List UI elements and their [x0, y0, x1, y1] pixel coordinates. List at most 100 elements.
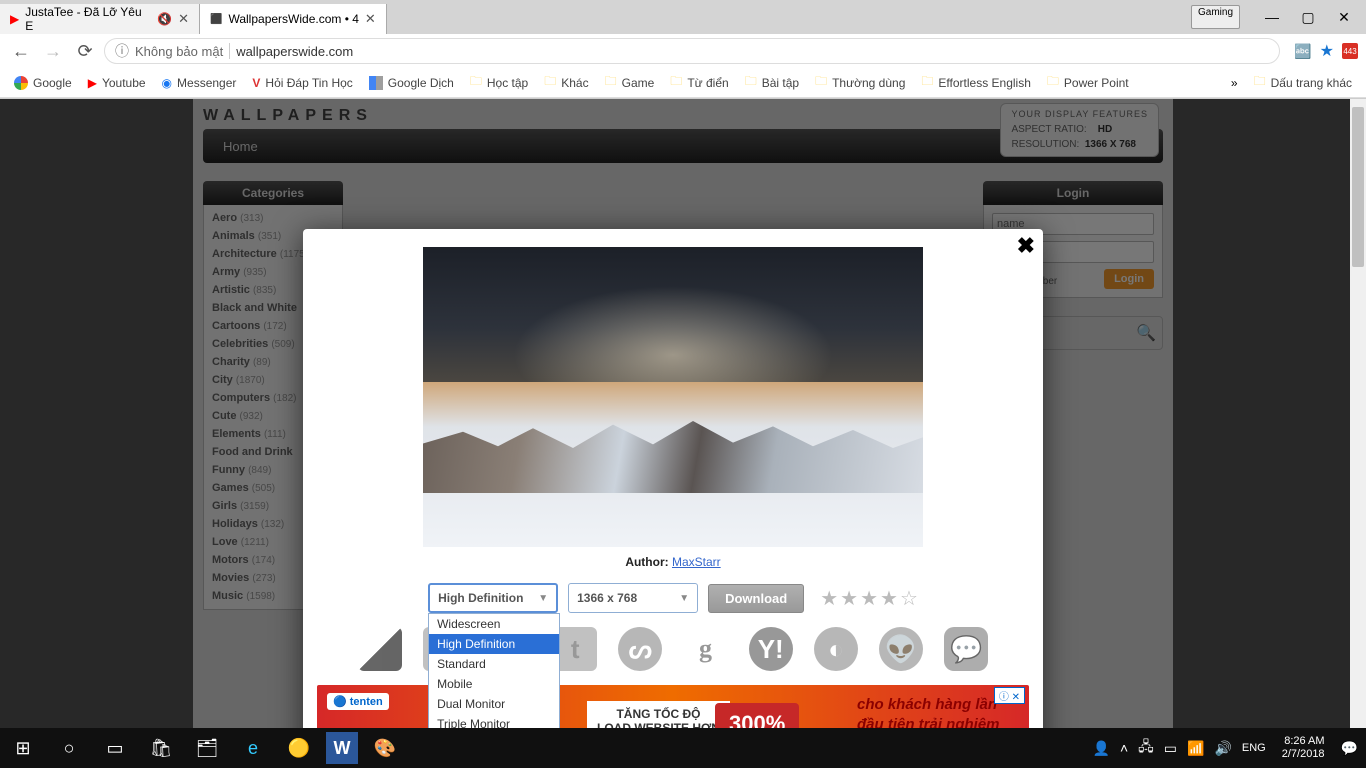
bookmark-messenger[interactable]: ◉Messenger [156, 73, 243, 93]
wallpaper-modal: ✖ Author: MaxStarr High Definition ▼ Wid… [303, 229, 1043, 768]
download-button[interactable]: Download [708, 584, 804, 613]
info-icon[interactable]: ⓘ [115, 41, 129, 61]
maximize-button[interactable]: ▢ [1294, 5, 1322, 29]
people-icon[interactable]: 👤 [1093, 740, 1110, 757]
yahoo-icon[interactable]: Y! [749, 627, 793, 671]
star-icon[interactable]: ★ [820, 586, 838, 611]
tray-chevron-icon[interactable]: ˄ [1120, 740, 1128, 756]
word-icon[interactable]: W [326, 732, 358, 764]
bookmark-thuongdung[interactable]: 🗀Thường dùng [809, 69, 911, 96]
bookmark-powerpoint[interactable]: 🗀Power Point [1041, 69, 1135, 96]
paint-icon[interactable]: 🎨 [362, 728, 408, 768]
google-icon[interactable]: g [684, 627, 728, 671]
tab-youtube[interactable]: ▶ JustaTee - Đã Lỡ Yêu E 🔇 ✕ [0, 4, 200, 34]
author-link[interactable]: MaxStarr [672, 555, 721, 569]
edge-icon[interactable]: e [230, 728, 276, 768]
folder-icon: 🗀 [745, 72, 757, 93]
star-icon[interactable]: ★ [880, 586, 898, 611]
volume-icon[interactable]: 🔊 [1214, 740, 1231, 757]
stumbleupon-icon[interactable]: ᔕ [618, 627, 662, 671]
folder-icon: 🗀 [1047, 72, 1059, 93]
dropdown-option[interactable]: Standard [429, 654, 559, 674]
rating-stars[interactable]: ★ ★ ★ ★ ☆ [820, 586, 918, 611]
close-window-button[interactable]: ✕ [1330, 5, 1358, 29]
close-icon[interactable]: ✕ [365, 11, 376, 27]
author-line: Author: MaxStarr [317, 555, 1029, 569]
star-icon[interactable]: ★ [840, 586, 858, 611]
translate-icon [369, 76, 383, 90]
chat-icon[interactable]: 💬 [944, 627, 988, 671]
battery-icon[interactable]: ▭ [1164, 740, 1177, 757]
notifications-icon[interactable]: 💬 [1341, 740, 1358, 757]
bookmark-youtube[interactable]: ▶Youtube [82, 73, 152, 93]
ad-close-icon[interactable]: ⓘ ✕ [994, 687, 1025, 704]
clock[interactable]: 8:26 AM 2/7/2018 [1276, 735, 1331, 761]
bookmark-hoctap[interactable]: 🗀Học tập [464, 69, 534, 96]
bookmark-tudien[interactable]: 🗀Từ điển [664, 69, 734, 96]
tab-title: JustaTee - Đã Lỡ Yêu E [25, 5, 151, 33]
start-button[interactable]: ⊞ [0, 728, 46, 768]
translate-icon[interactable]: 🔤 [1294, 43, 1311, 60]
extension-icon[interactable]: 443 [1342, 43, 1358, 59]
browser-chrome: ▶ JustaTee - Đã Lỡ Yêu E 🔇 ✕ ⬛ Wallpaper… [0, 0, 1366, 99]
modal-close-button[interactable]: ✖ [1017, 233, 1035, 259]
bookmark-google[interactable]: Google [8, 73, 78, 93]
explorer-icon[interactable]: 🗂 [184, 728, 230, 768]
folder-icon: 🗀 [670, 72, 682, 93]
bookmark-effortless[interactable]: 🗀Effortless English [915, 69, 1037, 96]
store-icon[interactable]: 🛍 [138, 728, 184, 768]
tab-wallpaperswide[interactable]: ⬛ WallpapersWide.com • 4 ✕ [200, 4, 387, 34]
forward-button[interactable]: → [40, 38, 66, 64]
bookmark-star-icon[interactable]: ★ [1320, 41, 1334, 61]
format-select[interactable]: High Definition ▼ WidescreenHigh Definit… [428, 583, 558, 613]
bookmarks-chevron[interactable]: » [1231, 76, 1238, 90]
bookmark-khac[interactable]: 🗀Khác [538, 69, 594, 96]
network-icon[interactable]: 🖧 [1138, 736, 1154, 760]
bookmark-hoidap[interactable]: VHỏi Đáp Tin Học [246, 73, 358, 93]
dropdown-option[interactable]: Dual Monitor [429, 694, 559, 714]
page-area: WALLPAPERS YOUR DISPLAY FEATURES ASPECT … [0, 99, 1366, 768]
resolution-select[interactable]: 1366 x 768 ▼ [568, 583, 698, 613]
delicious-icon[interactable] [358, 627, 402, 671]
chrome-icon[interactable]: 🟡 [276, 728, 322, 768]
dropdown-option[interactable]: High Definition [429, 634, 559, 654]
messenger-icon: ◉ [162, 76, 172, 90]
taskview-button[interactable]: ▭ [92, 728, 138, 768]
cortana-button[interactable]: ○ [46, 728, 92, 768]
tab-title: WallpapersWide.com • 4 [228, 12, 358, 26]
folder-icon: 🗀 [1254, 72, 1266, 93]
folder-icon: 🗀 [544, 72, 556, 93]
chevron-down-icon: ▼ [679, 593, 689, 604]
mute-icon[interactable]: 🔇 [157, 12, 172, 26]
back-button[interactable]: ← [8, 38, 34, 64]
window-controls: Gaming — ▢ ✕ [1191, 5, 1366, 29]
address-actions: 🔤 ★ 443 [1286, 41, 1358, 61]
bookmark-baitap[interactable]: 🗀Bài tập [739, 69, 805, 96]
bookmark-gtranslate[interactable]: Google Dịch [363, 73, 460, 93]
dropdown-option[interactable]: Mobile [429, 674, 559, 694]
reddit-icon[interactable]: 👽 [879, 627, 923, 671]
scrollbar[interactable] [1350, 99, 1366, 768]
scrollbar-thumb[interactable] [1352, 107, 1364, 267]
star-icon[interactable]: ☆ [900, 586, 918, 611]
folder-icon: 🗀 [470, 72, 482, 93]
reload-button[interactable]: ⟳ [72, 38, 98, 64]
wifi-icon[interactable]: 📶 [1187, 740, 1204, 757]
language-indicator[interactable]: ENG [1242, 742, 1266, 754]
dropdown-option[interactable]: Widescreen [429, 614, 559, 634]
wallpaper-preview[interactable] [423, 247, 923, 547]
myspace-icon[interactable]: ◐ [814, 627, 858, 671]
youtube-icon: ▶ [88, 76, 97, 90]
star-icon[interactable]: ★ [860, 586, 878, 611]
youtube-icon: ▶ [10, 12, 19, 26]
close-icon[interactable]: ✕ [178, 11, 189, 27]
minimize-button[interactable]: — [1258, 5, 1286, 29]
other-bookmarks[interactable]: 🗀Dấu trang khác [1248, 69, 1358, 96]
bookmarks-bar: Google ▶Youtube ◉Messenger VHỏi Đáp Tin … [0, 68, 1366, 98]
chevron-down-icon: ▼ [538, 593, 548, 604]
tabs-row: ▶ JustaTee - Đã Lỡ Yêu E 🔇 ✕ ⬛ Wallpaper… [0, 0, 1366, 34]
format-dropdown: WidescreenHigh DefinitionStandardMobileD… [428, 613, 560, 735]
address-bar[interactable]: ⓘ Không bảo mật wallpaperswide.com [104, 38, 1280, 64]
bookmark-game[interactable]: 🗀Game [599, 69, 661, 96]
folder-icon: 🗀 [605, 72, 617, 93]
